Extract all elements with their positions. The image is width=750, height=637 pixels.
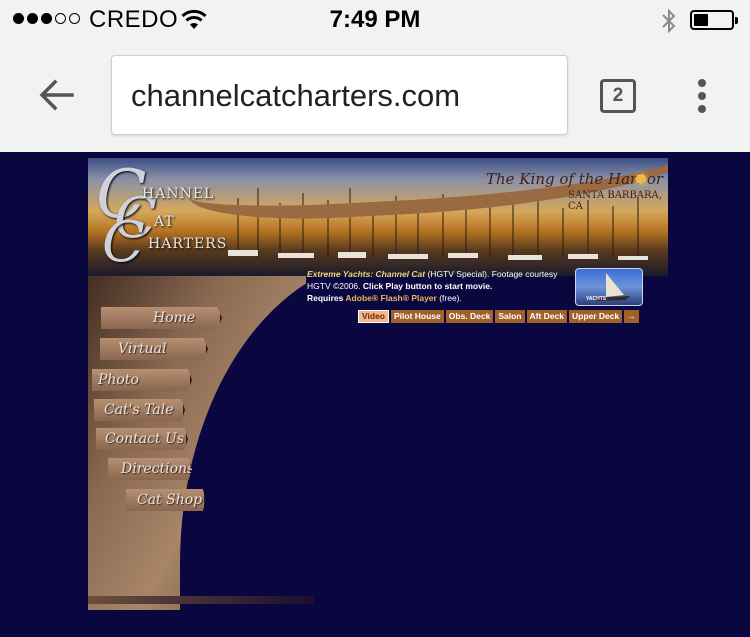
- clock: 7:49 PM: [329, 6, 421, 33]
- play-instruction: Click Play button to start movie.: [362, 281, 493, 291]
- tab-pilot-house[interactable]: Pilot House: [391, 310, 444, 323]
- nav-cats-tale[interactable]: Cat's Tale: [94, 399, 185, 421]
- tab-salon[interactable]: Salon: [495, 310, 525, 323]
- address-bar[interactable]: channelcatcharters.com: [111, 55, 568, 135]
- video-title: Extreme Yachts: Channel Cat: [307, 269, 426, 279]
- video-tabs: Video Pilot House Obs. Deck Salon Aft De…: [358, 310, 639, 323]
- overflow-menu-icon[interactable]: [698, 79, 706, 113]
- battery-icon: [690, 10, 738, 30]
- url-text: channelcatcharters.com: [131, 78, 461, 113]
- tab-switcher-button[interactable]: 2: [600, 79, 636, 113]
- nav-virtual-tours[interactable]: Virtual Tours: [100, 338, 208, 360]
- site-navigation: Home Virtual Tours Photo Gallery Cat's T…: [88, 158, 328, 610]
- thumbnail-label: YACHTS: [586, 296, 607, 302]
- requires-text: Requires: [307, 293, 346, 303]
- flash-player-link[interactable]: Adobe® Flash® Player: [345, 293, 436, 303]
- nav-cat-shop[interactable]: Cat Shop: [126, 489, 206, 511]
- nav-home[interactable]: Home: [101, 307, 222, 329]
- site-location: SANTA BARBARA, CA: [568, 190, 662, 212]
- tab-upper-deck[interactable]: Upper Deck: [568, 310, 623, 323]
- tab-next-arrow[interactable]: →: [624, 310, 639, 323]
- site-layout: C C C HANNEL AT HARTERS The King of the …: [88, 158, 670, 618]
- status-bar: CREDO 7:49 PM: [0, 0, 750, 40]
- tab-obs-deck[interactable]: Obs. Deck: [445, 310, 494, 323]
- web-page: C C C HANNEL AT HARTERS The King of the …: [0, 152, 750, 637]
- video-description: Extreme Yachts: Channel Cat (HGTV Specia…: [307, 268, 572, 304]
- tab-aft-deck[interactable]: Aft Deck: [526, 310, 567, 323]
- nav-photo-gallery[interactable]: Photo Gallery: [92, 369, 192, 391]
- browser-toolbar: channelcatcharters.com 2: [0, 40, 750, 152]
- nav-directions[interactable]: Directions: [108, 458, 192, 480]
- free-text: (free).: [436, 293, 462, 303]
- sun-icon: [636, 174, 646, 184]
- nav-contact-us[interactable]: Contact Us: [96, 428, 188, 450]
- back-arrow-icon[interactable]: [38, 78, 74, 112]
- video-thumbnail[interactable]: YACHTS: [575, 268, 643, 306]
- tab-video[interactable]: Video: [358, 310, 389, 323]
- bluetooth-icon: [662, 8, 676, 34]
